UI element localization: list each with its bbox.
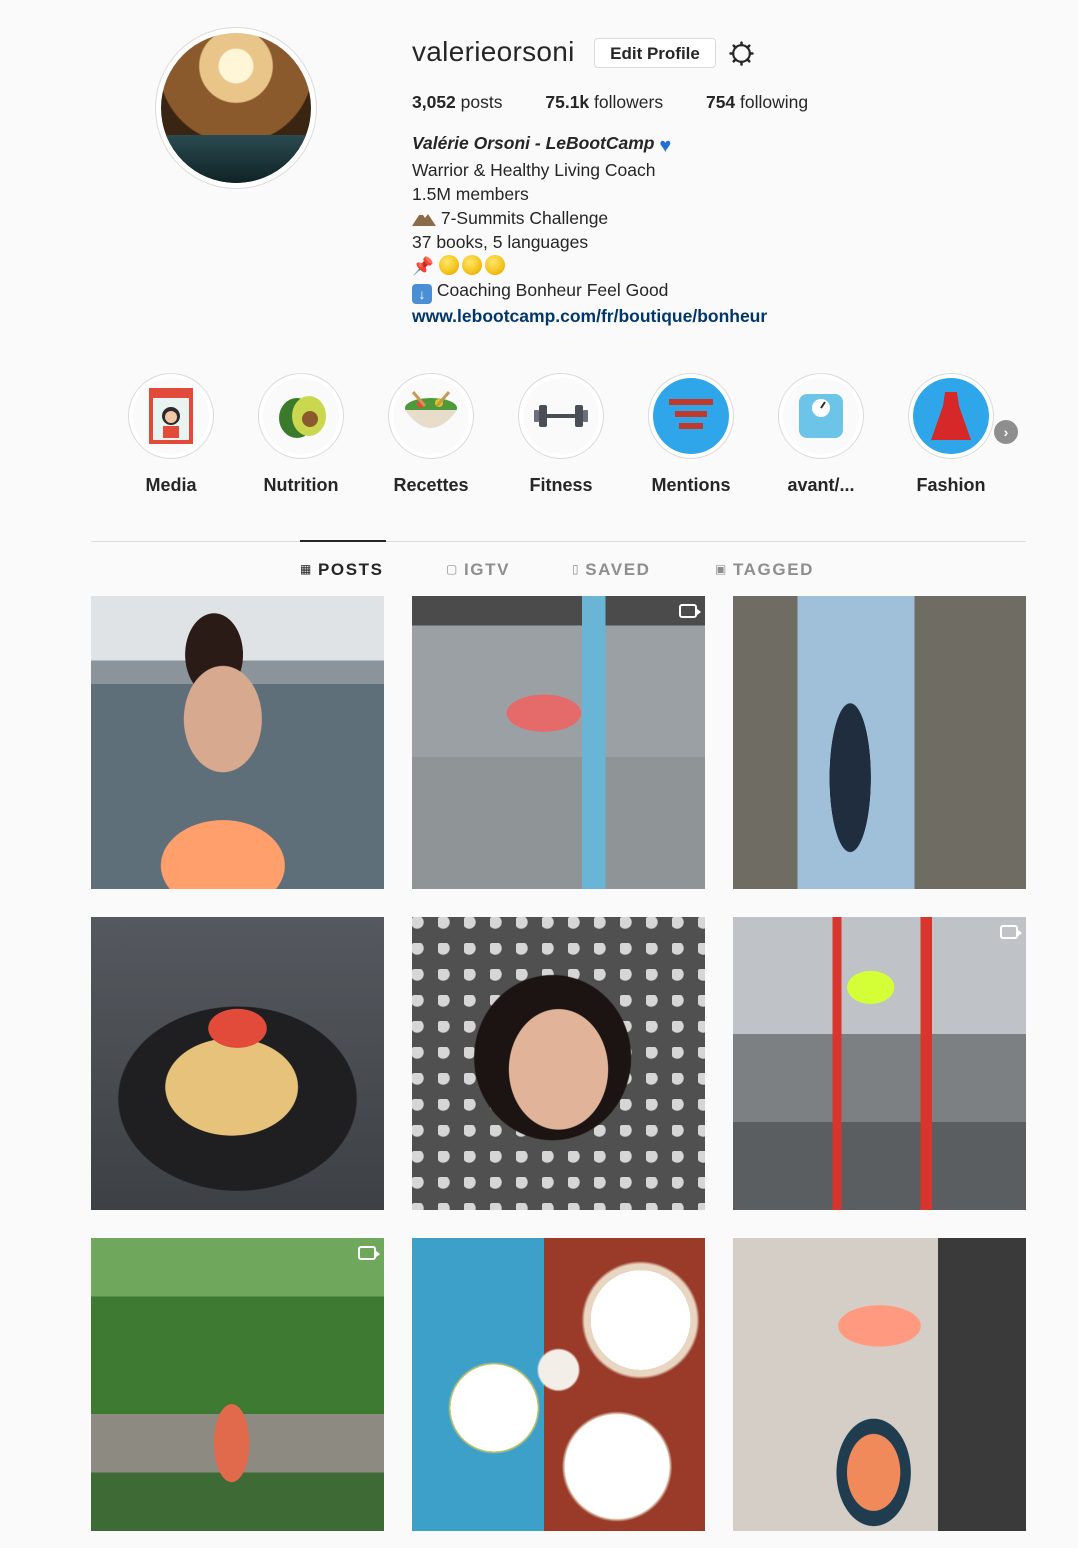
coin-icon — [461, 255, 482, 275]
tabs-divider — [91, 541, 1026, 542]
coin-icon — [438, 255, 459, 275]
followers-link[interactable]: 75.1k followers — [545, 92, 663, 112]
salad-bowl-icon — [405, 391, 457, 428]
post-thumbnail[interactable] — [91, 917, 384, 1210]
tab-igtv[interactable]: ▢ IGTV — [446, 560, 510, 580]
settings-gear-icon[interactable] — [729, 41, 754, 66]
blue-heart-icon: ♥ — [659, 135, 672, 157]
bookmark-icon: ▯ — [572, 562, 581, 576]
profile-avatar[interactable] — [155, 27, 317, 189]
highlight-label: Nutrition — [263, 475, 339, 495]
tab-label: IGTV — [463, 560, 511, 579]
post-thumbnail[interactable] — [733, 1238, 1026, 1531]
followers-number: 75.1k — [545, 92, 590, 112]
following-link[interactable]: 754 following — [706, 92, 808, 112]
video-icon — [358, 1246, 380, 1260]
tab-label: SAVED — [585, 560, 651, 579]
highlight-avant[interactable]: avant/... — [771, 373, 871, 496]
highlight-label: Mentions — [651, 475, 731, 495]
post-thumbnail[interactable] — [412, 1238, 705, 1531]
tab-tagged[interactable]: ▣ TAGGED — [715, 560, 814, 580]
tab-saved[interactable]: ▯ SAVED — [572, 560, 651, 580]
highlight-ring — [258, 373, 344, 459]
posts-number: 3,052 — [412, 92, 456, 112]
dress-icon — [931, 392, 971, 440]
highlight-fitness[interactable]: Fitness — [511, 373, 611, 496]
highlight-ring — [518, 373, 604, 459]
highlight-label: avant/... — [787, 475, 855, 495]
edit-profile-button[interactable]: Edit Profile — [594, 38, 716, 68]
bio-line: 1.5M members — [412, 184, 529, 204]
bio-line: 7-Summits Challenge — [440, 208, 609, 228]
post-thumbnail[interactable] — [91, 1238, 384, 1531]
bio-emoji-line: 📌 — [412, 254, 767, 278]
following-number: 754 — [705, 92, 736, 112]
highlight-fashion[interactable]: Fashion — [901, 373, 1001, 496]
igtv-icon: ▢ — [446, 562, 459, 576]
post-thumbnail[interactable] — [412, 596, 705, 889]
mountain-icon — [412, 212, 436, 226]
bio-line: 37 books, 5 languages — [412, 232, 589, 252]
highlight-nutrition[interactable]: Nutrition — [251, 373, 351, 496]
post-thumbnail[interactable] — [733, 596, 1026, 889]
highlight-mentions[interactable]: Mentions — [641, 373, 741, 496]
posts-count: 3,052 posts — [412, 92, 503, 112]
profile-stats: 3,052 posts 75.1k followers 754 followin… — [412, 92, 846, 113]
highlight-ring — [128, 373, 214, 459]
avocado-icon — [279, 396, 326, 438]
video-icon — [1000, 925, 1022, 939]
highlight-recettes[interactable]: Recettes — [381, 373, 481, 496]
tab-posts[interactable]: ▦ POSTS — [300, 560, 384, 580]
video-icon — [679, 604, 701, 618]
tab-label: TAGGED — [732, 560, 815, 579]
scale-icon — [799, 394, 843, 438]
highlight-ring — [648, 373, 734, 459]
highlight-ring — [908, 373, 994, 459]
username: valerieorsoni — [412, 36, 575, 67]
pushpin-icon: 📌 — [412, 256, 434, 276]
grid-icon: ▦ — [300, 562, 313, 576]
highlight-label: Recettes — [393, 475, 469, 495]
highlight-label: Fitness — [529, 475, 593, 495]
highlight-media[interactable]: Media — [121, 373, 221, 496]
full-name: Valérie Orsoni - LeBootCamp — [412, 133, 655, 153]
post-thumbnail[interactable] — [412, 917, 705, 1210]
active-tab-indicator — [300, 540, 386, 542]
highlight-ring — [388, 373, 474, 459]
bio-line: Warrior & Healthy Living Coach — [412, 160, 656, 180]
chevron-right-icon[interactable]: › — [994, 420, 1018, 444]
following-label: following — [735, 92, 809, 112]
avatar-image — [161, 33, 311, 183]
tagged-user-icon: ▣ — [715, 562, 728, 576]
coin-icon — [484, 255, 505, 275]
tab-label: POSTS — [317, 560, 384, 579]
highlight-label: Media — [145, 475, 197, 495]
bio-link[interactable]: www.lebootcamp.com/fr/boutique/bonheur — [412, 304, 767, 328]
posts-label: posts — [455, 92, 503, 112]
bio-line: Coaching Bonheur Feel Good — [436, 280, 669, 300]
profile-bio: Valérie Orsoni - LeBootCamp ♥ Warrior & … — [412, 131, 767, 328]
followers-label: followers — [589, 92, 664, 112]
magazine-icon — [149, 388, 193, 444]
thank-you-icon — [669, 399, 713, 429]
highlight-label: Fashion — [916, 475, 986, 495]
down-arrow-icon: ↓ — [412, 284, 432, 304]
post-thumbnail[interactable] — [91, 596, 384, 889]
highlight-ring — [778, 373, 864, 459]
post-thumbnail[interactable] — [733, 917, 1026, 1210]
dumbbell-icon — [534, 405, 588, 427]
